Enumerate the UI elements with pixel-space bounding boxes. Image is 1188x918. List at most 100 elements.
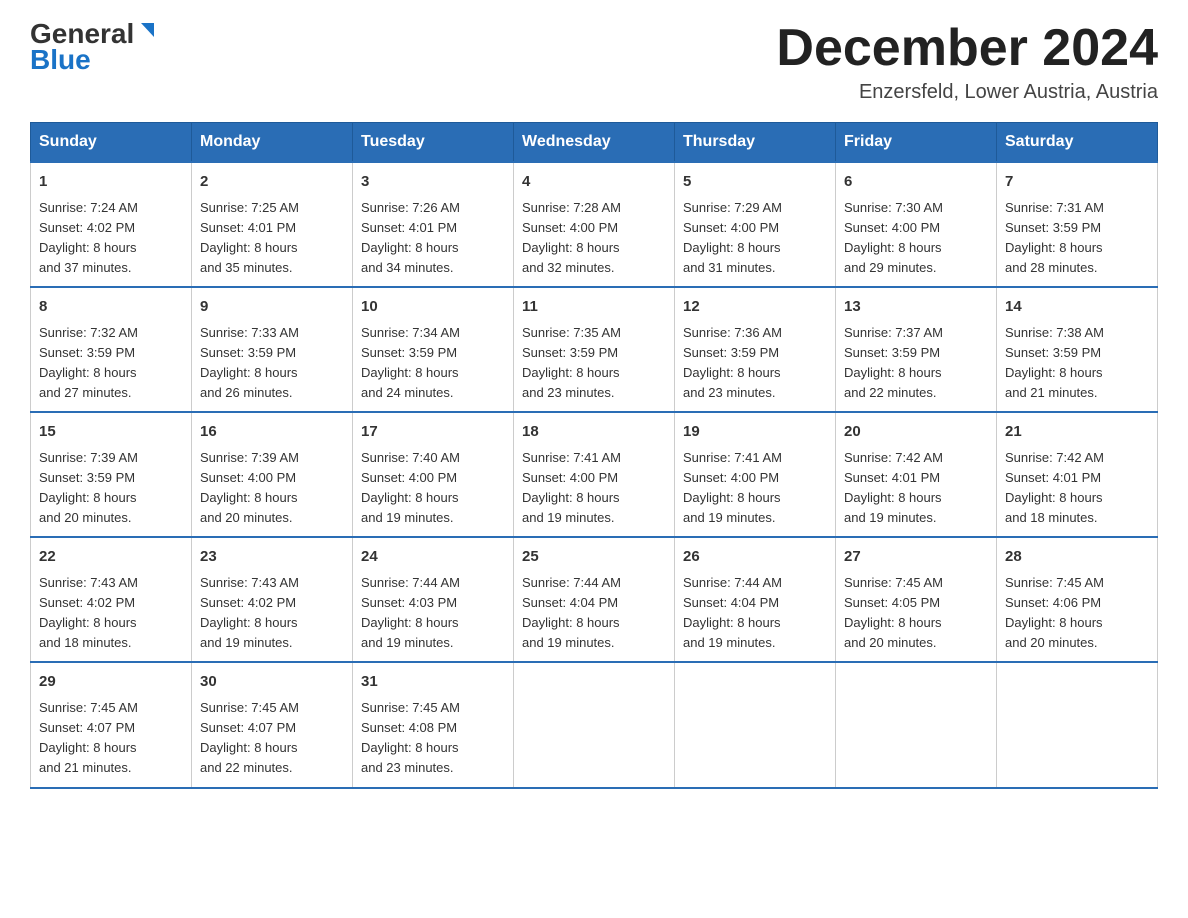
day-info: Sunrise: 7:41 AMSunset: 4:00 PMDaylight:… xyxy=(522,450,621,525)
day-number: 28 xyxy=(1005,546,1149,569)
day-number: 18 xyxy=(522,421,666,444)
day-cell xyxy=(836,662,997,787)
day-cell: 2 Sunrise: 7:25 AMSunset: 4:01 PMDayligh… xyxy=(192,162,353,287)
day-number: 13 xyxy=(844,296,988,319)
day-info: Sunrise: 7:29 AMSunset: 4:00 PMDaylight:… xyxy=(683,200,782,275)
day-info: Sunrise: 7:39 AMSunset: 4:00 PMDaylight:… xyxy=(200,450,299,525)
weekday-header-wednesday: Wednesday xyxy=(514,123,675,163)
day-cell: 7 Sunrise: 7:31 AMSunset: 3:59 PMDayligh… xyxy=(997,162,1158,287)
day-cell: 27 Sunrise: 7:45 AMSunset: 4:05 PMDaylig… xyxy=(836,537,997,662)
day-info: Sunrise: 7:30 AMSunset: 4:00 PMDaylight:… xyxy=(844,200,943,275)
day-info: Sunrise: 7:45 AMSunset: 4:07 PMDaylight:… xyxy=(200,700,299,775)
day-cell: 26 Sunrise: 7:44 AMSunset: 4:04 PMDaylig… xyxy=(675,537,836,662)
day-cell xyxy=(997,662,1158,787)
logo-arrow-icon xyxy=(136,23,154,43)
week-row-2: 8 Sunrise: 7:32 AMSunset: 3:59 PMDayligh… xyxy=(31,287,1158,412)
day-number: 10 xyxy=(361,296,505,319)
month-title: December 2024 xyxy=(776,20,1158,77)
week-row-1: 1 Sunrise: 7:24 AMSunset: 4:02 PMDayligh… xyxy=(31,162,1158,287)
logo: General Blue xyxy=(30,20,154,76)
day-cell: 24 Sunrise: 7:44 AMSunset: 4:03 PMDaylig… xyxy=(353,537,514,662)
day-cell: 18 Sunrise: 7:41 AMSunset: 4:00 PMDaylig… xyxy=(514,412,675,537)
day-cell: 23 Sunrise: 7:43 AMSunset: 4:02 PMDaylig… xyxy=(192,537,353,662)
day-cell: 21 Sunrise: 7:42 AMSunset: 4:01 PMDaylig… xyxy=(997,412,1158,537)
logo-blue-text: Blue xyxy=(30,44,91,76)
day-cell: 29 Sunrise: 7:45 AMSunset: 4:07 PMDaylig… xyxy=(31,662,192,787)
day-cell: 3 Sunrise: 7:26 AMSunset: 4:01 PMDayligh… xyxy=(353,162,514,287)
day-cell: 10 Sunrise: 7:34 AMSunset: 3:59 PMDaylig… xyxy=(353,287,514,412)
weekday-header-tuesday: Tuesday xyxy=(353,123,514,163)
day-number: 15 xyxy=(39,421,183,444)
day-cell: 4 Sunrise: 7:28 AMSunset: 4:00 PMDayligh… xyxy=(514,162,675,287)
day-info: Sunrise: 7:44 AMSunset: 4:04 PMDaylight:… xyxy=(522,575,621,650)
week-row-3: 15 Sunrise: 7:39 AMSunset: 3:59 PMDaylig… xyxy=(31,412,1158,537)
day-number: 6 xyxy=(844,171,988,194)
day-info: Sunrise: 7:34 AMSunset: 3:59 PMDaylight:… xyxy=(361,325,460,400)
day-number: 22 xyxy=(39,546,183,569)
day-number: 4 xyxy=(522,171,666,194)
day-cell: 31 Sunrise: 7:45 AMSunset: 4:08 PMDaylig… xyxy=(353,662,514,787)
day-cell: 28 Sunrise: 7:45 AMSunset: 4:06 PMDaylig… xyxy=(997,537,1158,662)
location-subtitle: Enzersfeld, Lower Austria, Austria xyxy=(776,81,1158,104)
day-info: Sunrise: 7:42 AMSunset: 4:01 PMDaylight:… xyxy=(844,450,943,525)
day-number: 2 xyxy=(200,171,344,194)
day-cell: 16 Sunrise: 7:39 AMSunset: 4:00 PMDaylig… xyxy=(192,412,353,537)
day-info: Sunrise: 7:38 AMSunset: 3:59 PMDaylight:… xyxy=(1005,325,1104,400)
day-cell: 30 Sunrise: 7:45 AMSunset: 4:07 PMDaylig… xyxy=(192,662,353,787)
weekday-header-row: SundayMondayTuesdayWednesdayThursdayFrid… xyxy=(31,123,1158,163)
day-info: Sunrise: 7:45 AMSunset: 4:05 PMDaylight:… xyxy=(844,575,943,650)
day-cell: 6 Sunrise: 7:30 AMSunset: 4:00 PMDayligh… xyxy=(836,162,997,287)
day-cell xyxy=(514,662,675,787)
weekday-header-thursday: Thursday xyxy=(675,123,836,163)
day-cell xyxy=(675,662,836,787)
day-number: 7 xyxy=(1005,171,1149,194)
day-info: Sunrise: 7:25 AMSunset: 4:01 PMDaylight:… xyxy=(200,200,299,275)
day-number: 29 xyxy=(39,671,183,694)
day-info: Sunrise: 7:28 AMSunset: 4:00 PMDaylight:… xyxy=(522,200,621,275)
day-info: Sunrise: 7:45 AMSunset: 4:06 PMDaylight:… xyxy=(1005,575,1104,650)
day-cell: 15 Sunrise: 7:39 AMSunset: 3:59 PMDaylig… xyxy=(31,412,192,537)
day-info: Sunrise: 7:40 AMSunset: 4:00 PMDaylight:… xyxy=(361,450,460,525)
day-info: Sunrise: 7:37 AMSunset: 3:59 PMDaylight:… xyxy=(844,325,943,400)
week-row-4: 22 Sunrise: 7:43 AMSunset: 4:02 PMDaylig… xyxy=(31,537,1158,662)
weekday-header-saturday: Saturday xyxy=(997,123,1158,163)
day-cell: 9 Sunrise: 7:33 AMSunset: 3:59 PMDayligh… xyxy=(192,287,353,412)
day-number: 11 xyxy=(522,296,666,319)
day-number: 24 xyxy=(361,546,505,569)
day-cell: 19 Sunrise: 7:41 AMSunset: 4:00 PMDaylig… xyxy=(675,412,836,537)
day-info: Sunrise: 7:43 AMSunset: 4:02 PMDaylight:… xyxy=(39,575,138,650)
week-row-5: 29 Sunrise: 7:45 AMSunset: 4:07 PMDaylig… xyxy=(31,662,1158,787)
day-number: 3 xyxy=(361,171,505,194)
day-info: Sunrise: 7:26 AMSunset: 4:01 PMDaylight:… xyxy=(361,200,460,275)
day-cell: 13 Sunrise: 7:37 AMSunset: 3:59 PMDaylig… xyxy=(836,287,997,412)
day-info: Sunrise: 7:32 AMSunset: 3:59 PMDaylight:… xyxy=(39,325,138,400)
day-info: Sunrise: 7:35 AMSunset: 3:59 PMDaylight:… xyxy=(522,325,621,400)
day-number: 12 xyxy=(683,296,827,319)
day-number: 21 xyxy=(1005,421,1149,444)
day-cell: 17 Sunrise: 7:40 AMSunset: 4:00 PMDaylig… xyxy=(353,412,514,537)
day-number: 1 xyxy=(39,171,183,194)
page-header: General Blue December 2024 Enzersfeld, L… xyxy=(30,20,1158,104)
day-info: Sunrise: 7:42 AMSunset: 4:01 PMDaylight:… xyxy=(1005,450,1104,525)
day-number: 16 xyxy=(200,421,344,444)
day-cell: 12 Sunrise: 7:36 AMSunset: 3:59 PMDaylig… xyxy=(675,287,836,412)
weekday-header-friday: Friday xyxy=(836,123,997,163)
day-number: 19 xyxy=(683,421,827,444)
day-cell: 14 Sunrise: 7:38 AMSunset: 3:59 PMDaylig… xyxy=(997,287,1158,412)
day-cell: 25 Sunrise: 7:44 AMSunset: 4:04 PMDaylig… xyxy=(514,537,675,662)
day-number: 9 xyxy=(200,296,344,319)
day-number: 25 xyxy=(522,546,666,569)
day-cell: 5 Sunrise: 7:29 AMSunset: 4:00 PMDayligh… xyxy=(675,162,836,287)
day-info: Sunrise: 7:44 AMSunset: 4:03 PMDaylight:… xyxy=(361,575,460,650)
day-info: Sunrise: 7:45 AMSunset: 4:08 PMDaylight:… xyxy=(361,700,460,775)
day-info: Sunrise: 7:45 AMSunset: 4:07 PMDaylight:… xyxy=(39,700,138,775)
day-number: 23 xyxy=(200,546,344,569)
day-number: 27 xyxy=(844,546,988,569)
weekday-header-monday: Monday xyxy=(192,123,353,163)
day-number: 30 xyxy=(200,671,344,694)
day-info: Sunrise: 7:36 AMSunset: 3:59 PMDaylight:… xyxy=(683,325,782,400)
day-info: Sunrise: 7:24 AMSunset: 4:02 PMDaylight:… xyxy=(39,200,138,275)
day-cell: 1 Sunrise: 7:24 AMSunset: 4:02 PMDayligh… xyxy=(31,162,192,287)
day-info: Sunrise: 7:33 AMSunset: 3:59 PMDaylight:… xyxy=(200,325,299,400)
day-number: 20 xyxy=(844,421,988,444)
